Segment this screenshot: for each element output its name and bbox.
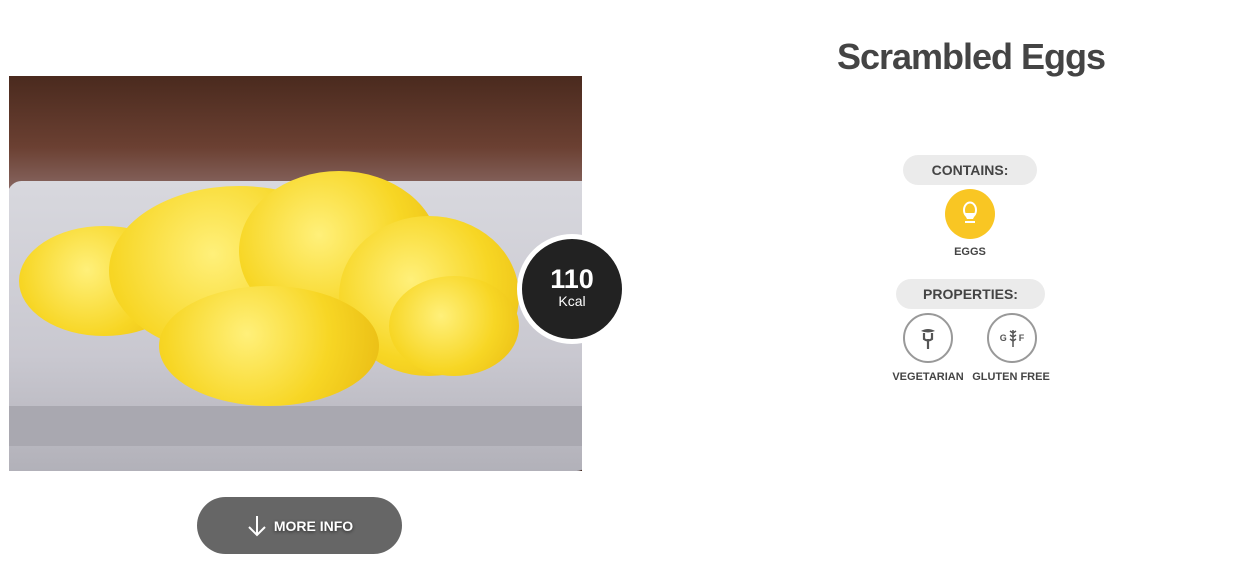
contains-heading: CONTAINS: bbox=[903, 155, 1037, 185]
egg-icon bbox=[945, 189, 995, 239]
vegetarian-icon bbox=[903, 313, 953, 363]
page-title: Scrambled Eggs bbox=[836, 36, 1106, 77]
kcal-value: 110 bbox=[550, 264, 594, 294]
gluten-free-icon: G F bbox=[987, 313, 1037, 363]
dish-photo bbox=[9, 76, 582, 471]
more-info-button[interactable]: MORE INFO bbox=[197, 497, 402, 554]
allergen-label-eggs: EGGS bbox=[954, 246, 986, 258]
property-label-gluten-free: GLUTEN FREE bbox=[972, 371, 1050, 383]
arrow-down-icon bbox=[248, 515, 266, 536]
calorie-badge: 110 Kcal bbox=[517, 234, 627, 344]
more-info-label: MORE INFO bbox=[273, 517, 354, 534]
kcal-unit: Kcal bbox=[558, 293, 586, 309]
properties-heading: PROPERTIES: bbox=[896, 279, 1045, 309]
